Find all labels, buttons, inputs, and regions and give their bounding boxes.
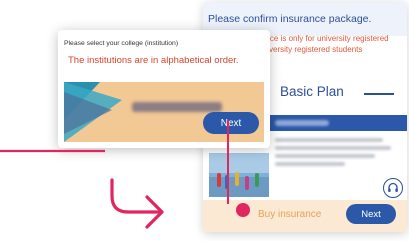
flow-arrow — [110, 178, 160, 214]
tap-indicator-dot — [236, 203, 250, 217]
flow-arrow-overlay — [0, 120, 229, 229]
